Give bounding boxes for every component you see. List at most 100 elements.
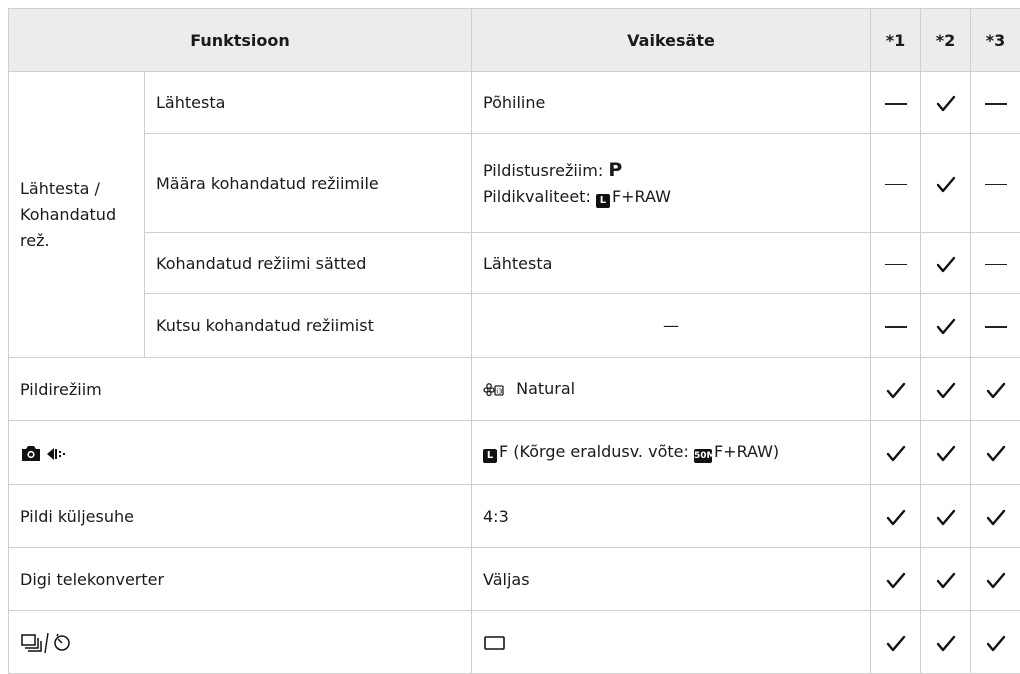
mark-c1 <box>871 233 921 294</box>
table-row: Pildirežiim i3 Natural <box>9 358 1020 421</box>
function-name <box>9 611 472 674</box>
mark-c2 <box>921 358 971 421</box>
mark-c1 <box>871 358 921 421</box>
default-value: 4:3 <box>472 485 871 548</box>
header-c2: *2 <box>921 9 971 72</box>
sub-function: Kohandatud režiimi sätted <box>145 233 472 294</box>
value-text: F+RAW) <box>714 442 779 461</box>
picture-mode-natural-icon: i3 <box>483 379 510 398</box>
group-label: Lähtesta / Kohandatud rež. <box>9 72 145 358</box>
mark-c2 <box>921 485 971 548</box>
default-value: Põhiline <box>472 72 871 134</box>
quality-large-icon: L <box>483 449 497 463</box>
default-value: Lähtesta <box>472 233 871 294</box>
function-name <box>9 421 472 485</box>
group-label-line: Kohandatud <box>20 202 133 228</box>
default-value: — <box>472 294 871 358</box>
check-icon <box>886 504 906 528</box>
header-c3: *3 <box>971 9 1020 72</box>
table-row: Lähtesta / Kohandatud rež. Lähtesta Põhi… <box>9 72 1020 134</box>
sub-function: Kutsu kohandatud režiimist <box>145 294 472 358</box>
mark-c3 <box>971 611 1020 674</box>
check-icon <box>986 441 1006 465</box>
camera-quality-icon <box>20 442 68 461</box>
dash-icon <box>885 103 907 105</box>
mark-c1 <box>871 72 921 134</box>
group-label-line: Lähtesta / <box>20 176 133 202</box>
mark-c1 <box>871 294 921 358</box>
mark-c3 <box>971 72 1020 134</box>
table-row <box>9 611 1020 674</box>
quality-50m-icon: 50M <box>694 449 712 463</box>
value-text: F (Kõrge eraldusv. võte: <box>499 442 694 461</box>
header-function: Funktsioon <box>9 9 472 72</box>
mode-symbol: P <box>608 159 622 181</box>
value-line: Pildistusrežiim: P <box>483 157 859 184</box>
function-name: Pildirežiim <box>9 358 472 421</box>
mark-c2 <box>921 294 971 358</box>
check-icon <box>886 630 906 654</box>
mark-c2 <box>921 548 971 611</box>
check-icon <box>986 567 1006 591</box>
mark-c3 <box>971 358 1020 421</box>
check-icon <box>886 441 906 465</box>
table-row: Digi telekonverter Väljas <box>9 548 1020 611</box>
check-icon <box>986 377 1006 401</box>
value-label: Pildikvaliteet: <box>483 187 591 206</box>
mark-c3 <box>971 134 1020 233</box>
mark-c2 <box>921 134 971 233</box>
check-icon <box>936 441 956 465</box>
dash-icon <box>985 103 1007 105</box>
value-text: Natural <box>516 379 575 398</box>
check-icon <box>936 251 956 275</box>
function-name: Digi telekonverter <box>9 548 472 611</box>
header-row: Funktsioon Vaikesäte *1 *2 *3 <box>9 9 1020 72</box>
check-icon <box>936 504 956 528</box>
mark-c2 <box>921 421 971 485</box>
value-line: Pildikvaliteet: LF+RAW <box>483 184 859 210</box>
table-row: Pildi küljesuhe 4:3 <box>9 485 1020 548</box>
mark-c2 <box>921 72 971 134</box>
mark-c3 <box>971 548 1020 611</box>
quality-large-icon: L <box>596 194 610 208</box>
table-row: LF (Kõrge eraldusv. võte: 50MF+RAW) <box>9 421 1020 485</box>
mark-c3 <box>971 485 1020 548</box>
dash-icon <box>885 184 907 186</box>
default-value: i3 Natural <box>472 358 871 421</box>
check-icon <box>936 377 956 401</box>
check-icon <box>936 314 956 338</box>
default-value: Pildistusrežiim: P Pildikvaliteet: LF+RA… <box>472 134 871 233</box>
check-icon <box>886 377 906 401</box>
svg-text:i3: i3 <box>496 387 502 395</box>
header-c1: *1 <box>871 9 921 72</box>
sub-function: Määra kohandatud režiimile <box>145 134 472 233</box>
mark-c1 <box>871 611 921 674</box>
mark-c1 <box>871 421 921 485</box>
dash-icon <box>885 326 907 328</box>
value-label: Pildistusrežiim: <box>483 161 603 180</box>
sub-function: Lähtesta <box>145 72 472 134</box>
check-icon <box>986 630 1006 654</box>
mark-c1 <box>871 134 921 233</box>
mark-c1 <box>871 485 921 548</box>
mark-c1 <box>871 548 921 611</box>
table-row: Määra kohandatud režiimile Pildistusreži… <box>9 134 1020 233</box>
dash-icon <box>885 264 907 266</box>
mark-c2 <box>921 233 971 294</box>
check-icon <box>886 567 906 591</box>
value-suffix: F+RAW <box>612 187 671 206</box>
mark-c2 <box>921 611 971 674</box>
table-row: Kohandatud režiimi sätted Lähtesta <box>9 233 1020 294</box>
default-value: Väljas <box>472 548 871 611</box>
mark-c3 <box>971 421 1020 485</box>
group-label-line: rež. <box>20 228 133 254</box>
table-row: Kutsu kohandatud režiimist — <box>9 294 1020 358</box>
check-icon <box>986 504 1006 528</box>
sequential-self-timer-icon <box>20 632 80 651</box>
settings-table: Funktsioon Vaikesäte *1 *2 *3 Lähtesta /… <box>8 8 1020 674</box>
dash-icon <box>985 326 1007 328</box>
check-icon <box>936 567 956 591</box>
function-name: Pildi küljesuhe <box>9 485 472 548</box>
default-value <box>472 611 871 674</box>
header-default: Vaikesäte <box>472 9 871 72</box>
